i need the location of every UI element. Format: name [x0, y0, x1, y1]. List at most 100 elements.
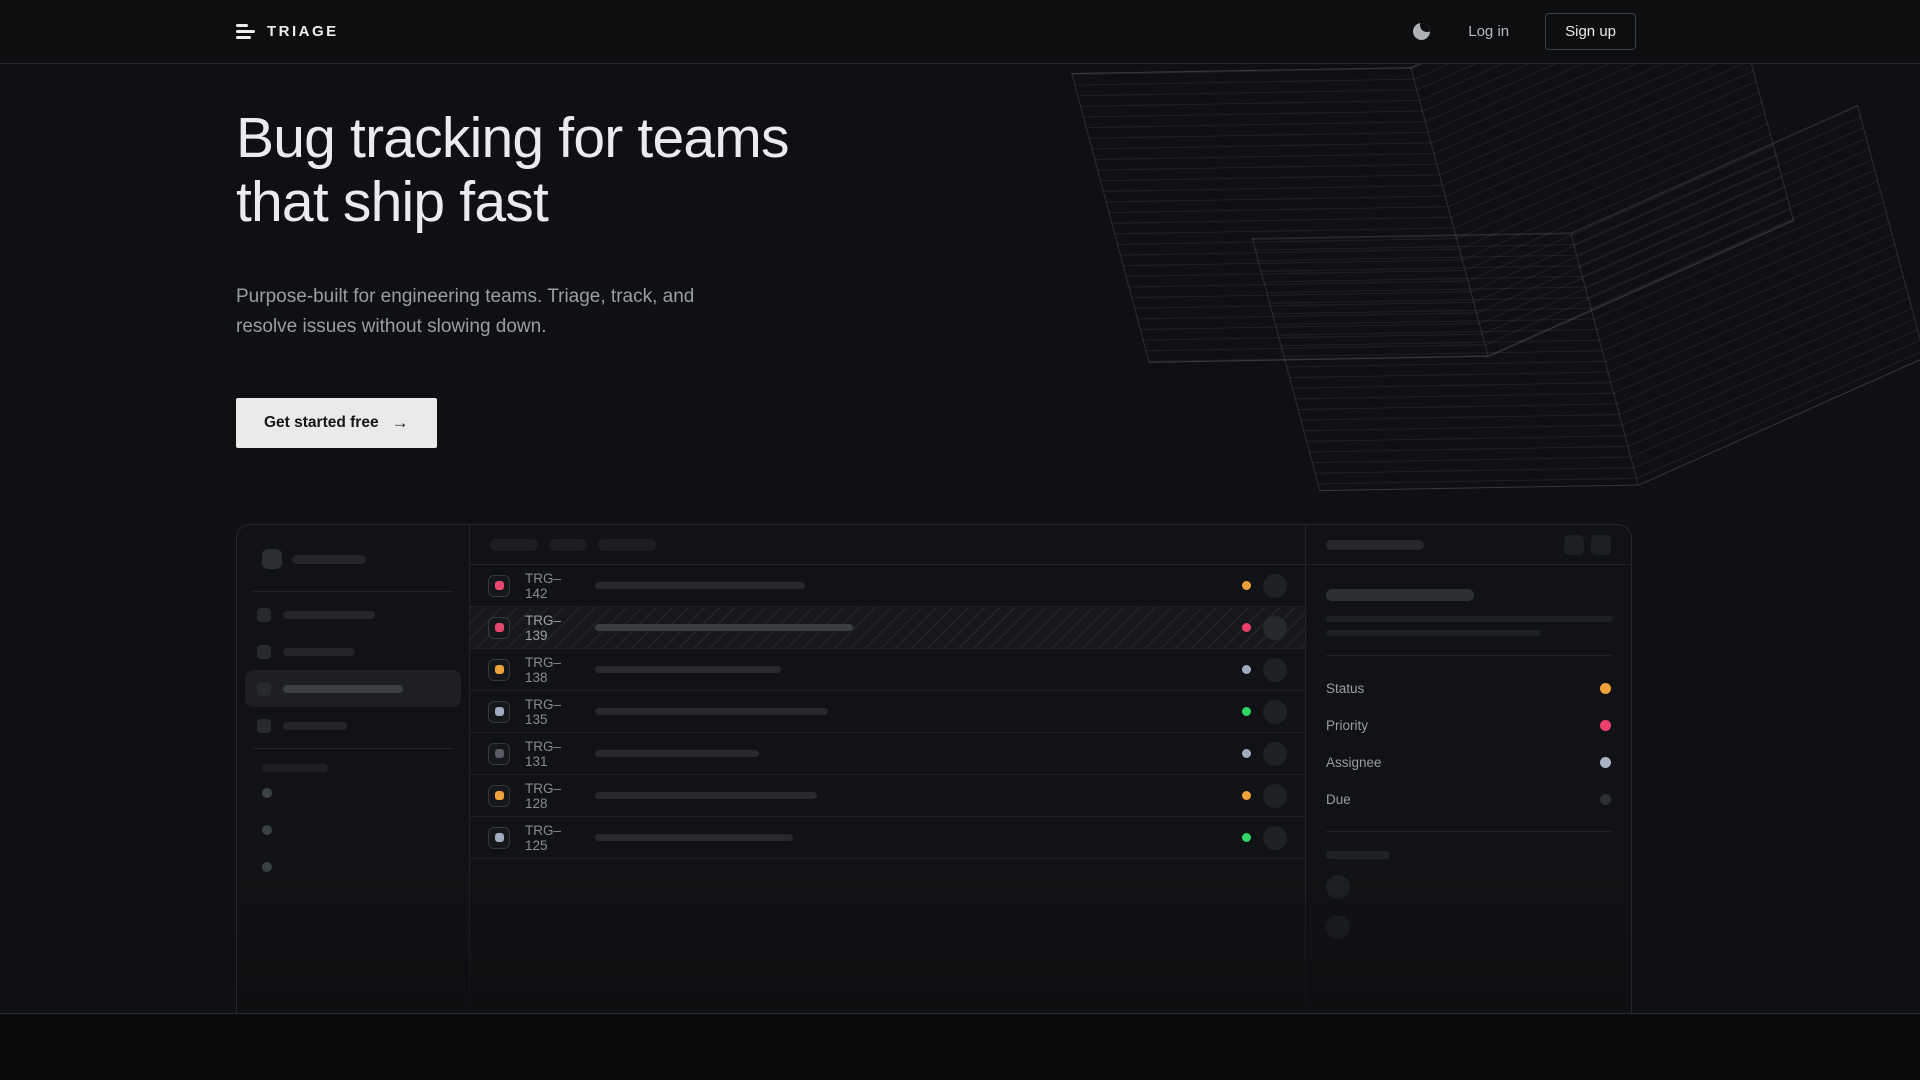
title-line-1: Bug tracking for teams [236, 106, 789, 170]
triage-logo-icon [236, 24, 256, 39]
hero-subtitle: Purpose-built for engineering teams. Tri… [236, 282, 736, 342]
workspace-name-placeholder [292, 555, 366, 564]
assignee-avatar [1263, 616, 1287, 640]
get-started-button[interactable]: Get started free → [236, 398, 437, 448]
issue-id: TRG–128 [525, 781, 583, 811]
workspace-switcher[interactable] [262, 549, 453, 569]
nav-icon-placeholder [257, 645, 271, 659]
issue-id: TRG–131 [525, 739, 583, 769]
project-dot [262, 825, 272, 835]
preview-sidebar [237, 525, 470, 1013]
field-label: Assignee [1326, 755, 1382, 770]
sidebar-item[interactable] [245, 707, 461, 744]
issue-row[interactable]: TRG–138 [470, 649, 1305, 691]
issue-type-icon [488, 743, 510, 765]
detail-field[interactable]: Status [1326, 670, 1611, 707]
detail-action-button[interactable] [1564, 535, 1584, 555]
issue-type-icon [488, 785, 510, 807]
assignee-avatar [1263, 700, 1287, 724]
filter-chip-placeholder[interactable] [598, 539, 656, 551]
arrow-right-icon: → [392, 413, 409, 433]
detail-header-placeholder [1326, 540, 1424, 550]
issue-id: TRG–139 [525, 613, 583, 643]
issue-list-pane: TRG–142 TRG–139 TRG–138 TRG–135 TRG–131 TRG–1… [470, 525, 1305, 1013]
field-value-dot [1600, 683, 1611, 694]
issue-title-placeholder [595, 834, 793, 841]
issue-row[interactable]: TRG–135 [470, 691, 1305, 733]
workspace-avatar [262, 549, 282, 569]
issue-row[interactable]: TRG–142 [470, 565, 1305, 607]
comment-avatar [1326, 875, 1350, 899]
field-label: Due [1326, 792, 1351, 807]
section-label-placeholder [262, 764, 328, 772]
detail-field[interactable]: Due [1326, 781, 1611, 818]
field-value-dot [1600, 720, 1611, 731]
detail-divider [1326, 655, 1611, 656]
status-dot [1242, 623, 1251, 632]
issue-type-icon [488, 701, 510, 723]
detail-header [1306, 525, 1631, 565]
issue-id: TRG–135 [525, 697, 583, 727]
sidebar-nav [245, 596, 461, 744]
detail-divider [1326, 831, 1611, 832]
issue-id: TRG–125 [525, 823, 583, 853]
sidebar-divider [253, 591, 453, 592]
nav-label-placeholder [283, 648, 355, 656]
top-nav: TRIAGE Log in Sign up [0, 0, 1920, 64]
sidebar-divider [253, 748, 453, 749]
project-dot [262, 788, 272, 798]
comment-avatar [1326, 915, 1350, 939]
detail-body: Status Priority Assignee Due [1306, 565, 1631, 939]
login-link[interactable]: Log in [1468, 23, 1509, 40]
detail-title-placeholder [1326, 589, 1474, 601]
field-label: Status [1326, 681, 1364, 696]
footer-band [0, 1013, 1920, 1080]
status-dot [1242, 581, 1251, 590]
brand[interactable]: TRIAGE [236, 23, 339, 40]
detail-field[interactable]: Assignee [1326, 744, 1611, 781]
sidebar-item[interactable] [245, 596, 461, 633]
app-preview-window: TRG–142 TRG–139 TRG–138 TRG–135 TRG–131 TRG–1… [236, 524, 1632, 1013]
nav-icon-placeholder [257, 719, 271, 733]
filter-chip-placeholder[interactable] [549, 539, 587, 551]
status-dot [1242, 749, 1251, 758]
issue-row[interactable]: TRG–139 [470, 607, 1305, 649]
issue-title-placeholder [595, 708, 828, 715]
issue-row[interactable]: TRG–128 [470, 775, 1305, 817]
issue-row[interactable]: TRG–131 [470, 733, 1305, 775]
issue-type-icon [488, 617, 510, 639]
status-dot [1242, 791, 1251, 800]
activity-label-placeholder [1326, 851, 1390, 859]
detail-text-placeholder [1326, 630, 1541, 636]
nav-icon-placeholder [257, 608, 271, 622]
issue-type-icon [488, 827, 510, 849]
assignee-avatar [1263, 742, 1287, 766]
detail-field[interactable]: Priority [1326, 707, 1611, 744]
issue-title-placeholder [595, 582, 805, 589]
moon-icon [1413, 23, 1430, 40]
detail-fields: Status Priority Assignee Due [1326, 670, 1611, 818]
sidebar-item-selected[interactable] [245, 670, 461, 707]
detail-action-button[interactable] [1591, 535, 1611, 555]
issue-id: TRG–138 [525, 655, 583, 685]
field-label: Priority [1326, 718, 1368, 733]
signup-button[interactable]: Sign up [1545, 13, 1636, 50]
nav-label-placeholder [283, 611, 375, 619]
wireframe-sheet [1092, 0, 1807, 442]
issue-title-placeholder [595, 624, 853, 631]
sidebar-item[interactable] [245, 633, 461, 670]
cta-label: Get started free [264, 414, 379, 432]
theme-toggle[interactable] [1410, 21, 1432, 43]
issue-row[interactable]: TRG–125 [470, 817, 1305, 859]
status-dot [1242, 665, 1251, 674]
nav-actions: Log in Sign up [1410, 13, 1636, 50]
assignee-avatar [1263, 826, 1287, 850]
page-title: Bug tracking for teams that ship fast [236, 106, 789, 234]
issue-id: TRG–142 [525, 571, 583, 601]
brand-name: TRIAGE [267, 23, 339, 40]
issue-list: TRG–142 TRG–139 TRG–138 TRG–135 TRG–131 TRG–1… [470, 565, 1305, 859]
filter-chip-placeholder[interactable] [490, 539, 538, 551]
issue-title-placeholder [595, 792, 817, 799]
project-dot [262, 862, 272, 872]
detail-text-placeholder [1326, 616, 1613, 622]
